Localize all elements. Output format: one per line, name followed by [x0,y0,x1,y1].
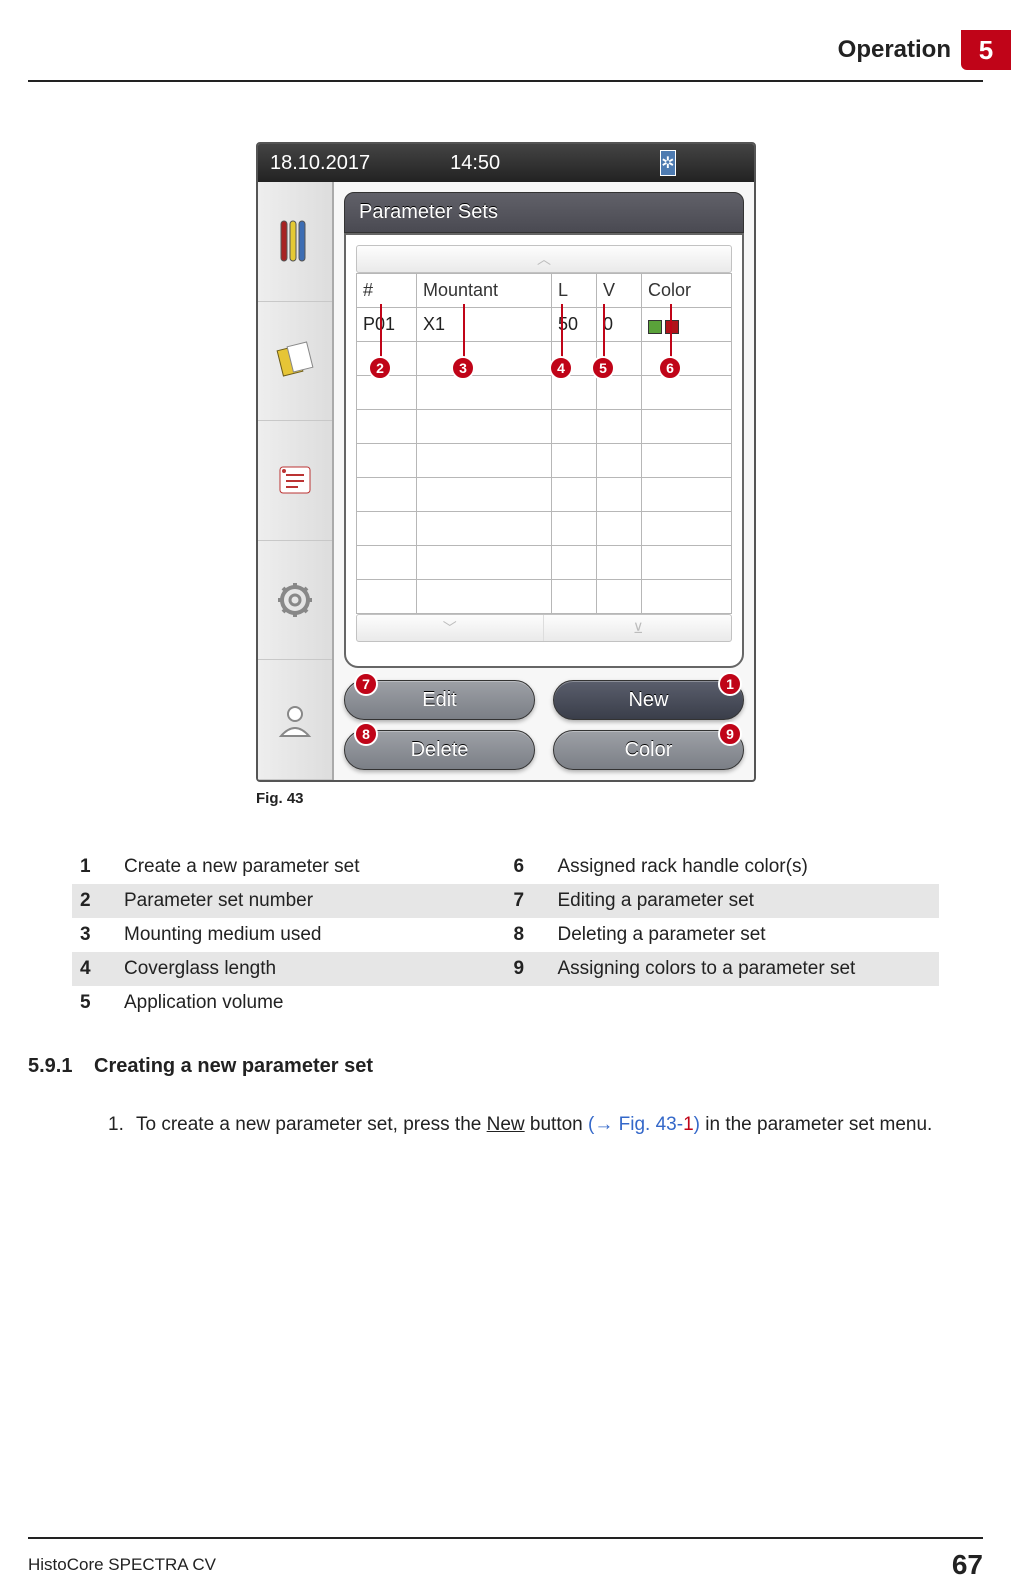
device-sidebar [258,182,334,780]
status-bar: 18.10.2017 14:50 ✲ [258,144,754,182]
color-swatch-red [665,320,679,334]
sidebar-tab-consumables[interactable] [258,302,332,422]
parameter-sets-table: # Mountant L V Color P01 X1 50 0 [356,273,732,614]
callout-4: 4 [549,356,573,380]
parameter-sets-panel: Parameter Sets ︿ # Mountant L V Color [334,182,754,780]
status-time: 14:50 [450,152,500,175]
col-number: # [357,274,417,308]
cell-length: 50 [552,308,597,342]
section-heading: 5.9.1Creating a new parameter set [28,1055,373,1078]
sidebar-tab-settings[interactable] [258,541,332,661]
scroll-end-button[interactable]: ⊻ [546,615,732,641]
scroll-up-button[interactable]: ︿ [356,245,732,273]
footer-rule [28,1537,983,1539]
footer-product: HistoCore SPECTRA CV [28,1555,216,1575]
callout-3: 3 [451,356,475,380]
section-number: 5.9.1 [28,1055,94,1078]
callout-2: 2 [368,356,392,380]
color-swatch-green [648,320,662,334]
callout-9: 9 [718,722,742,746]
color-button[interactable]: Color [553,730,744,770]
chapter-number-badge: 5 [961,30,1011,70]
figure-caption: Fig. 43 [256,790,304,807]
header-rule [28,80,983,82]
callout-6: 6 [658,356,682,380]
section-title: Creating a new parameter set [94,1055,373,1077]
sidebar-tab-racks[interactable] [258,182,332,302]
footer-page-number: 67 [952,1549,983,1581]
callout-1: 1 [718,672,742,696]
sidebar-tab-user[interactable] [258,660,332,780]
status-snowflake-icon: ✲ [660,150,675,176]
scroll-down-bar: ﹀ ⊻ [356,614,732,642]
callout-7: 7 [354,672,378,696]
new-button-reference: New [487,1114,525,1135]
col-length: L [552,274,597,308]
legend-table: 1Create a new parameter set 6Assigned ra… [72,850,939,1020]
new-button[interactable]: New [553,680,744,720]
table-row[interactable]: P01 X1 50 0 [357,308,732,342]
callout-8: 8 [354,722,378,746]
col-volume: V [597,274,642,308]
cell-number: P01 [357,308,417,342]
col-mountant: Mountant [417,274,552,308]
status-date: 18.10.2017 [270,152,370,175]
col-color: Color [642,274,732,308]
cell-color [642,308,732,342]
scroll-down-button[interactable]: ﹀ [357,615,544,641]
chapter-title: Operation [838,36,951,64]
body-paragraph: 1.To create a new parameter set, press t… [108,1112,971,1139]
callout-line [463,304,465,364]
cell-mountant: X1 [417,308,552,342]
page-header: Operation 5 [0,30,1011,80]
callout-line [603,304,605,364]
panel-title: Parameter Sets [344,192,744,233]
callout-line [670,304,672,364]
device-screenshot: 18.10.2017 14:50 ✲ [256,142,756,782]
figure-reference[interactable]: (→ Fig. 43-1) [588,1114,700,1135]
callout-5: 5 [591,356,615,380]
callout-line [380,304,382,364]
callout-line [561,304,563,364]
sidebar-tab-parameter-sets[interactable] [258,421,332,541]
